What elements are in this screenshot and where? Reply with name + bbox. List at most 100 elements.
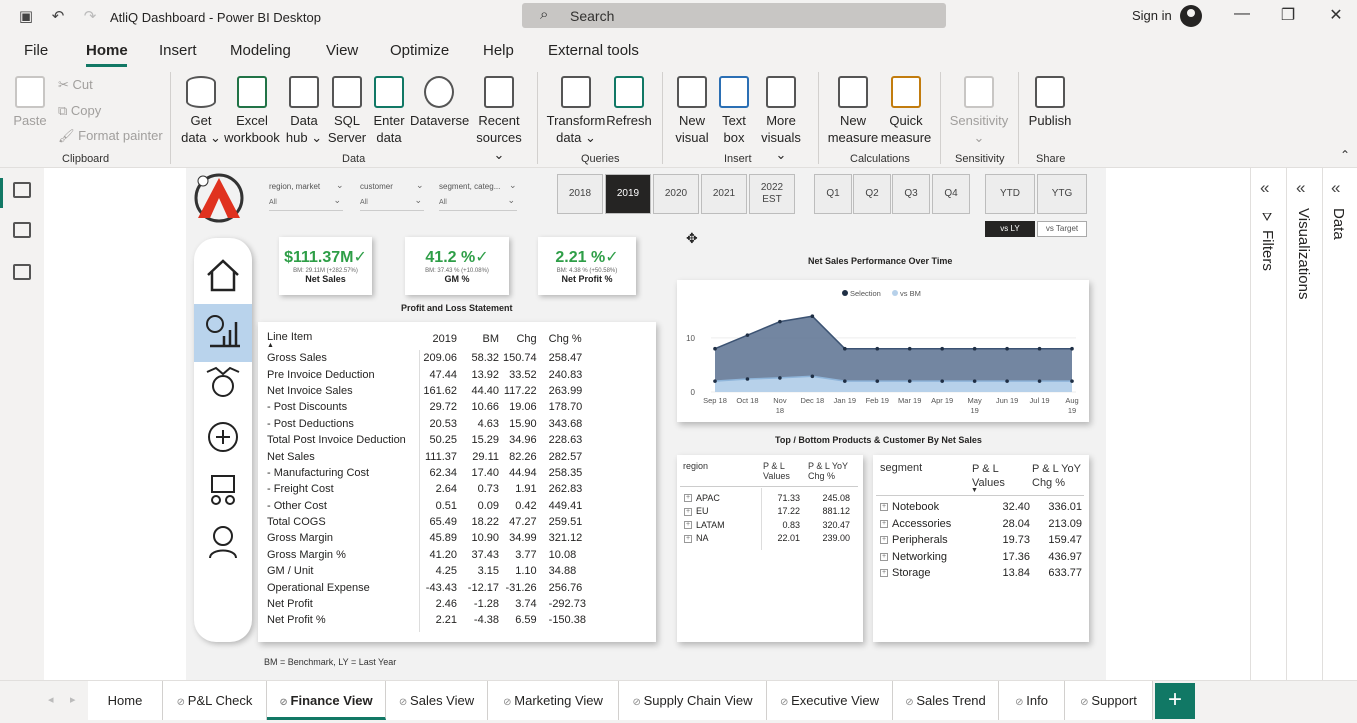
- segment-yoy-header[interactable]: P & L YoY Chg %: [1032, 462, 1084, 490]
- region-header[interactable]: region: [683, 461, 708, 471]
- table-row[interactable]: + Storage 13.84 633.77: [878, 565, 1084, 582]
- table-row[interactable]: Pre Invoice Deduction 47.44 13.92 33.52 240.…: [265, 366, 591, 382]
- format-painter-button[interactable]: 🖌 Format painter: [58, 128, 163, 144]
- page-tab-pl-check[interactable]: ⊘ P&L Check: [163, 681, 267, 720]
- table-row[interactable]: + Accessories 28.04 213.09: [878, 516, 1084, 533]
- finance-chart-icon[interactable]: [204, 312, 242, 350]
- table-row[interactable]: Operational Expense -43.43 -12.17 -31.26 256…: [265, 579, 591, 595]
- expand-icon[interactable]: +: [880, 536, 888, 545]
- table-row[interactable]: - Freight Cost 2.64 0.73 1.91 262.83: [265, 481, 591, 497]
- slicer-customer-dropdown[interactable]: All: [360, 195, 424, 211]
- page-tab-executive-view[interactable]: ⊘ Executive View: [767, 681, 893, 720]
- chevron-down-icon[interactable]: ⌄: [416, 180, 424, 191]
- table-row[interactable]: - Post Deductions 20.53 4.63 15.90 343.68: [265, 416, 591, 432]
- add-page-button[interactable]: +: [1155, 683, 1195, 719]
- recent-sources-button[interactable]: Recent sources ⌄: [470, 76, 528, 163]
- table-row[interactable]: - Post Discounts 29.72 10.66 19.06 178.70: [265, 399, 591, 415]
- table-row[interactable]: + Notebook 32.40 336.01: [878, 499, 1084, 516]
- table-row[interactable]: + Networking 17.36 436.97: [878, 549, 1084, 566]
- menu-external-tools[interactable]: External tools: [548, 42, 639, 59]
- table-view-icon[interactable]: [13, 222, 31, 238]
- minimize-icon[interactable]: —: [1230, 5, 1254, 27]
- page-tab-supply-chain-view[interactable]: ⊘ Supply Chain View: [619, 681, 767, 720]
- enter-data-button[interactable]: Enter data: [370, 76, 408, 146]
- expand-icon[interactable]: +: [880, 503, 888, 512]
- data-pane[interactable]: « Data: [1322, 168, 1357, 680]
- page-tab-sales-view[interactable]: ⊘ Sales View: [386, 681, 488, 720]
- expand-icon[interactable]: +: [880, 569, 888, 578]
- page-tab-home[interactable]: Home: [88, 681, 163, 720]
- sql-server-button[interactable]: SQL Server: [326, 76, 368, 146]
- publish-button[interactable]: Publish: [1026, 76, 1074, 129]
- year-2018-button[interactable]: 2018: [557, 174, 603, 214]
- year-2022-est-button[interactable]: 2022 EST: [749, 174, 795, 214]
- pl-header-chg[interactable]: Chg: [501, 328, 547, 350]
- table-row[interactable]: Net Profit % 2.21 -4.38 6.59 -150.38: [265, 612, 591, 628]
- next-page-icon[interactable]: ▸: [70, 693, 76, 706]
- copy-button[interactable]: ⧉ Copy: [58, 103, 101, 119]
- close-icon[interactable]: ✕: [1324, 5, 1348, 27]
- search-input[interactable]: ⌕ Search: [522, 3, 946, 28]
- page-tab-sales-trend[interactable]: ⊘ Sales Trend: [893, 681, 999, 720]
- handshake-icon[interactable]: [204, 364, 242, 402]
- collapse-visualizations-icon[interactable]: «: [1296, 178, 1305, 198]
- expand-icon[interactable]: +: [684, 507, 692, 516]
- pl-header-bm[interactable]: BM: [459, 328, 501, 350]
- restore-icon[interactable]: ❐: [1276, 5, 1300, 27]
- dataverse-button[interactable]: Dataverse: [410, 76, 469, 129]
- table-row[interactable]: + EU 17.22 881.12: [682, 505, 852, 519]
- expand-icon[interactable]: +: [880, 519, 888, 528]
- collapse-data-icon[interactable]: «: [1331, 178, 1340, 198]
- table-row[interactable]: - Other Cost 0.51 0.09 0.42 449.41: [265, 498, 591, 514]
- year-2021-button[interactable]: 2021: [701, 174, 747, 214]
- table-row[interactable]: - Manufacturing Cost 62.34 17.40 44.94 258.3…: [265, 465, 591, 481]
- menu-optimize[interactable]: Optimize: [390, 42, 449, 59]
- menu-home[interactable]: Home: [86, 42, 128, 59]
- save-icon[interactable]: ▣: [16, 7, 36, 27]
- executive-icon[interactable]: [204, 522, 242, 560]
- marketing-icon[interactable]: [204, 418, 242, 456]
- data-hub-button[interactable]: Data hub ⌄: [284, 76, 324, 146]
- table-row[interactable]: + NA 22.01 239.00: [682, 532, 852, 546]
- cut-button[interactable]: ✂ Cut: [58, 77, 93, 93]
- refresh-button[interactable]: Refresh: [606, 76, 652, 129]
- menu-insert[interactable]: Insert: [159, 42, 197, 59]
- region-values-header[interactable]: P & L Values: [763, 461, 797, 481]
- segment-values-header[interactable]: P & L Values: [972, 462, 1010, 490]
- table-row[interactable]: Gross Margin 45.89 10.90 34.99 321.12: [265, 530, 591, 546]
- menu-view[interactable]: View: [326, 42, 358, 59]
- expand-icon[interactable]: +: [684, 521, 692, 530]
- slicer-segment-dropdown[interactable]: All: [439, 195, 517, 211]
- pl-header-2019[interactable]: 2019: [417, 328, 459, 350]
- net-sales-area-chart[interactable]: 10 0 Sep 18 Oct 18 Nov18 Dec 18 Jan 19 Feb 19 Ma…: [677, 280, 1089, 422]
- get-data-button[interactable]: Get data ⌄: [178, 76, 224, 146]
- slicer-region-dropdown[interactable]: All: [269, 195, 343, 211]
- pl-header-chg-pct[interactable]: Chg %: [547, 328, 591, 350]
- filters-pane[interactable]: « ⛛ Filters: [1250, 168, 1286, 680]
- expand-icon[interactable]: +: [880, 552, 888, 561]
- prev-page-icon[interactable]: ◂: [48, 693, 54, 706]
- quarter-q1-button[interactable]: Q1: [814, 174, 852, 214]
- quarter-q4-button[interactable]: Q4: [932, 174, 970, 214]
- sign-in-link[interactable]: Sign in: [1132, 8, 1172, 23]
- paste-button[interactable]: Paste: [12, 76, 48, 129]
- ytd-button[interactable]: YTD: [985, 174, 1035, 214]
- table-row[interactable]: + LATAM 0.83 320.47: [682, 518, 852, 532]
- sensitivity-button[interactable]: Sensitivity ⌄: [946, 76, 1012, 146]
- text-box-button[interactable]: Text box: [716, 76, 752, 146]
- menu-help[interactable]: Help: [483, 42, 514, 59]
- table-row[interactable]: Net Sales 111.37 29.11 82.26 282.57: [265, 448, 591, 464]
- collapse-ribbon-icon[interactable]: ⌃: [1340, 148, 1350, 162]
- collapse-filters-icon[interactable]: «: [1260, 178, 1269, 198]
- quarter-q2-button[interactable]: Q2: [853, 174, 891, 214]
- table-row[interactable]: + APAC 71.33 245.08: [682, 491, 852, 505]
- menu-modeling[interactable]: Modeling: [230, 42, 291, 59]
- quarter-q3-button[interactable]: Q3: [892, 174, 930, 214]
- ytg-button[interactable]: YTG: [1037, 174, 1087, 214]
- menu-file[interactable]: File: [24, 42, 48, 59]
- page-tab-marketing-view[interactable]: ⊘ Marketing View: [488, 681, 619, 720]
- table-row[interactable]: + Peripherals 19.73 159.47: [878, 532, 1084, 549]
- report-view-icon[interactable]: [13, 182, 31, 198]
- vs-ly-toggle[interactable]: vs LY: [985, 221, 1035, 237]
- supply-chain-icon[interactable]: [204, 470, 242, 508]
